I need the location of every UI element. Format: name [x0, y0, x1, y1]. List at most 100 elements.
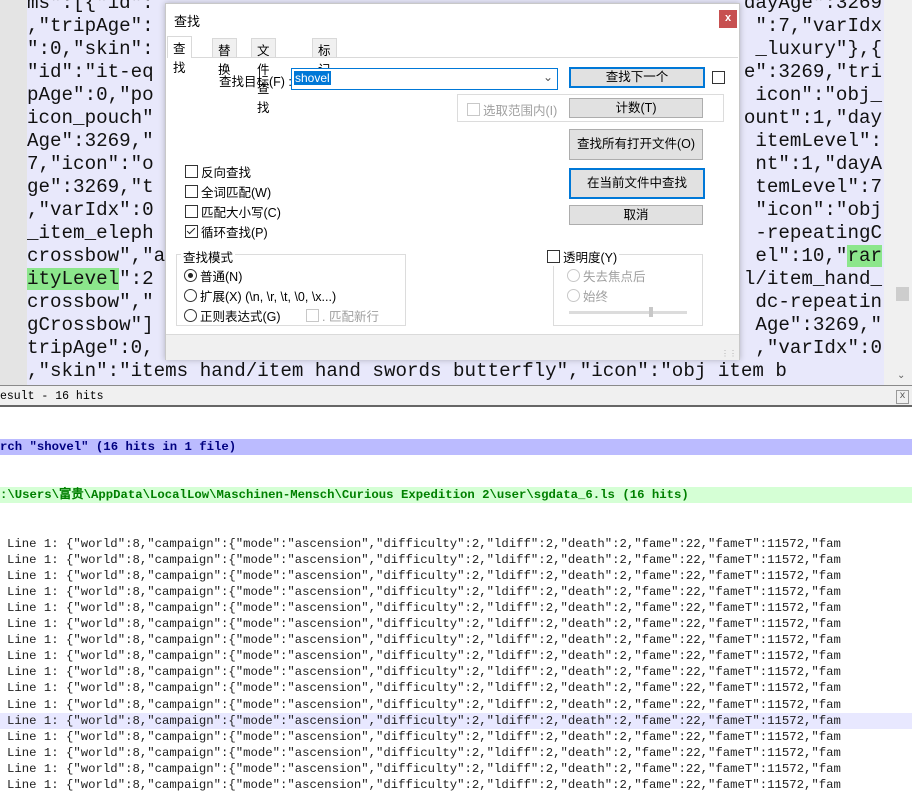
wrap-around-label: 循环查找(P): [201, 226, 268, 240]
result-hit-line[interactable]: Line 1: {"world":8,"campaign":{"mode":"a…: [0, 664, 912, 680]
transparency-slider[interactable]: [569, 307, 687, 317]
mode-normal-label: 普通(N): [200, 270, 243, 284]
close-results-button[interactable]: x: [896, 390, 909, 404]
mode-regex-radio[interactable]: 正则表达式(G): [184, 306, 281, 325]
match-case-label: 匹配大小写(C): [201, 206, 281, 220]
mode-normal-radio[interactable]: 普通(N): [184, 266, 242, 285]
result-hit-line[interactable]: Line 1: {"world":8,"campaign":{"mode":"a…: [0, 616, 912, 632]
transparency-label: 透明度(Y): [563, 251, 618, 265]
find-what-value: shovel: [294, 71, 331, 85]
result-hit-line[interactable]: Line 1: {"world":8,"campaign":{"mode":"a…: [0, 761, 912, 777]
wrap-around-checkbox[interactable]: 循环查找(P): [185, 222, 268, 241]
editor-line-text: _item_eleph: [27, 222, 154, 244]
editor-line-text: pAge":0,"po: [27, 84, 154, 106]
editor-line-text: crossbow",": [27, 291, 154, 313]
result-hit-line[interactable]: Line 1: {"world":8,"campaign":{"mode":"a…: [0, 729, 912, 745]
chevron-down-icon[interactable]: ⌄: [543, 70, 553, 84]
search-summary-line[interactable]: rch "shovel" (16 hits in 1 file): [0, 439, 912, 456]
backward-label: 反向查找: [201, 166, 252, 180]
editor-line-text: 7,"icon":"o: [27, 153, 154, 175]
dot-matches-newline-label: . 匹配新行: [322, 310, 379, 324]
find-in-current-file-button[interactable]: 在当前文件中查找: [569, 168, 705, 199]
always-radio[interactable]: 始终: [567, 286, 608, 305]
results-title: esult - 16 hits: [0, 390, 104, 403]
find-next-button[interactable]: 查找下一个: [569, 67, 705, 88]
editor-line-text: "icon":"obj: [755, 199, 882, 221]
resize-grip-icon[interactable]: ⋮⋮: [721, 349, 737, 358]
dot-matches-newline-checkbox[interactable]: . 匹配新行: [306, 306, 379, 325]
tab-mark[interactable]: 标记: [312, 38, 337, 77]
editor-line-text: Age":3269,": [755, 314, 882, 336]
result-hit-line[interactable]: Line 1: {"world":8,"campaign":{"mode":"a…: [0, 745, 912, 761]
find-what-input[interactable]: shovel ⌄: [291, 68, 558, 90]
close-icon: x: [724, 12, 732, 24]
find-what-label: 查找目标(F) :: [219, 75, 292, 89]
result-hit-line[interactable]: Line 1: {"world":8,"campaign":{"mode":"a…: [0, 680, 912, 696]
dialog-title: 查找: [174, 14, 201, 29]
scroll-down-icon[interactable]: ⌄: [897, 370, 905, 381]
result-hit-line[interactable]: Line 1: {"world":8,"campaign":{"mode":"a…: [0, 568, 912, 584]
on-lose-focus-radio[interactable]: 失去焦点后: [567, 266, 646, 285]
editor-line-text: ms":[{"id":: [27, 0, 154, 14]
result-hit-line[interactable]: Line 1: {"world":8,"campaign":{"mode":"a…: [0, 712, 912, 729]
file-summary-line[interactable]: :\Users\富贵\AppData\LocalLow\Maschinen-Me…: [0, 487, 912, 504]
editor-line-text: crossbow","a: [27, 245, 166, 267]
search-mode-title: 查找模式: [181, 247, 236, 266]
in-selection-checkbox[interactable]: 选取范围内(I): [467, 100, 557, 119]
editor-line-text: el":10,"rar: [755, 245, 882, 267]
count-button[interactable]: 计数(T): [569, 98, 703, 118]
editor-line-text: ":7,"varIdx: [755, 15, 882, 37]
editor-line-text: itemLevel":: [755, 130, 882, 152]
result-hit-line[interactable]: Line 1: {"world":8,"campaign":{"mode":"a…: [0, 777, 912, 793]
editor-line-text: tripAge":0,: [27, 337, 154, 359]
result-hit-line[interactable]: Line 1: {"world":8,"campaign":{"mode":"a…: [0, 536, 912, 552]
result-hit-line[interactable]: Line 1: {"world":8,"campaign":{"mode":"a…: [0, 600, 912, 616]
result-hit-line[interactable]: Line 1: {"world":8,"campaign":{"mode":"a…: [0, 584, 912, 600]
search-match-highlight: rar: [847, 245, 882, 267]
on-lose-focus-label: 失去焦点后: [583, 270, 646, 284]
find-panel: 查找目标(F) : shovel ⌄ 查找下一个 选取范围内(I) 计数(T) …: [167, 58, 738, 334]
mode-extended-radio[interactable]: 扩展(X) (\n, \r, \t, \0, \x...): [184, 286, 336, 305]
results-list: rch "shovel" (16 hits in 1 file) :\Users…: [0, 407, 912, 793]
editor-line-text: ityLevel":2: [27, 268, 154, 290]
search-match-highlight: ityLevel: [27, 268, 120, 290]
mode-extended-label: 扩展(X) (\n, \r, \t, \0, \x...): [200, 290, 337, 304]
result-hit-line[interactable]: Line 1: {"world":8,"campaign":{"mode":"a…: [0, 552, 912, 568]
close-icon: x: [899, 391, 906, 402]
tab-find-in-files[interactable]: 文件查找: [251, 38, 276, 115]
result-hit-line[interactable]: Line 1: {"world":8,"campaign":{"mode":"a…: [0, 697, 912, 713]
find-dialog: 查找 x 查找 替换 文件查找 标记 查找目标(F) : shovel ⌄ 查找…: [165, 3, 740, 360]
editor-line-text: -repeatingC: [755, 222, 882, 244]
match-case-checkbox[interactable]: 匹配大小写(C): [185, 202, 281, 221]
editor-line: ,"skin":"items hand/item hand swords but…: [27, 360, 884, 383]
result-hit-line[interactable]: Line 1: {"world":8,"campaign":{"mode":"a…: [0, 648, 912, 664]
extra-option-checkbox[interactable]: [712, 71, 728, 84]
editor-line-text: nt":1,"dayA: [755, 153, 882, 175]
slider-handle[interactable]: [648, 307, 653, 317]
close-button[interactable]: x: [719, 10, 737, 28]
tab-find[interactable]: 查找: [167, 36, 192, 75]
dialog-status-bar: ⋮⋮: [166, 334, 739, 360]
editor-line-text: icon_pouch": [27, 107, 154, 129]
results-header: esult - 16 hits x: [0, 389, 912, 407]
editor-line-text: icon":"obj_: [755, 84, 882, 106]
editor-line-text: dayAge":3269: [743, 0, 882, 14]
editor-line-text: ,"varIdx":0: [755, 337, 882, 359]
editor-line-text: _luxury"},{: [755, 38, 882, 60]
editor-vertical-scrollbar[interactable]: ⌄: [893, 0, 912, 385]
search-results-panel: esult - 16 hits x rch "shovel" (16 hits …: [0, 389, 912, 792]
whole-word-checkbox[interactable]: 全词匹配(W): [185, 182, 271, 201]
tab-replace[interactable]: 替换: [212, 38, 237, 77]
find-all-open-files-button[interactable]: 查找所有打开文件(O): [569, 129, 703, 160]
editor-gutter: [0, 0, 27, 385]
transparency-checkbox[interactable]: 透明度(Y): [547, 247, 620, 266]
result-hit-line[interactable]: Line 1: {"world":8,"campaign":{"mode":"a…: [0, 632, 912, 648]
scrollbar-thumb[interactable]: [896, 287, 909, 301]
editor-line-text: ,"varIdx":0: [27, 199, 154, 221]
editor-line-text: "id":"it-eq: [27, 61, 154, 83]
editor-line-text: ,"tripAge":: [27, 15, 154, 37]
backward-checkbox[interactable]: 反向查找: [185, 162, 251, 181]
in-selection-label: 选取范围内(I): [483, 104, 558, 118]
cancel-button[interactable]: 取消: [569, 205, 703, 225]
editor-line-text: ":0,"skin":: [27, 38, 154, 60]
